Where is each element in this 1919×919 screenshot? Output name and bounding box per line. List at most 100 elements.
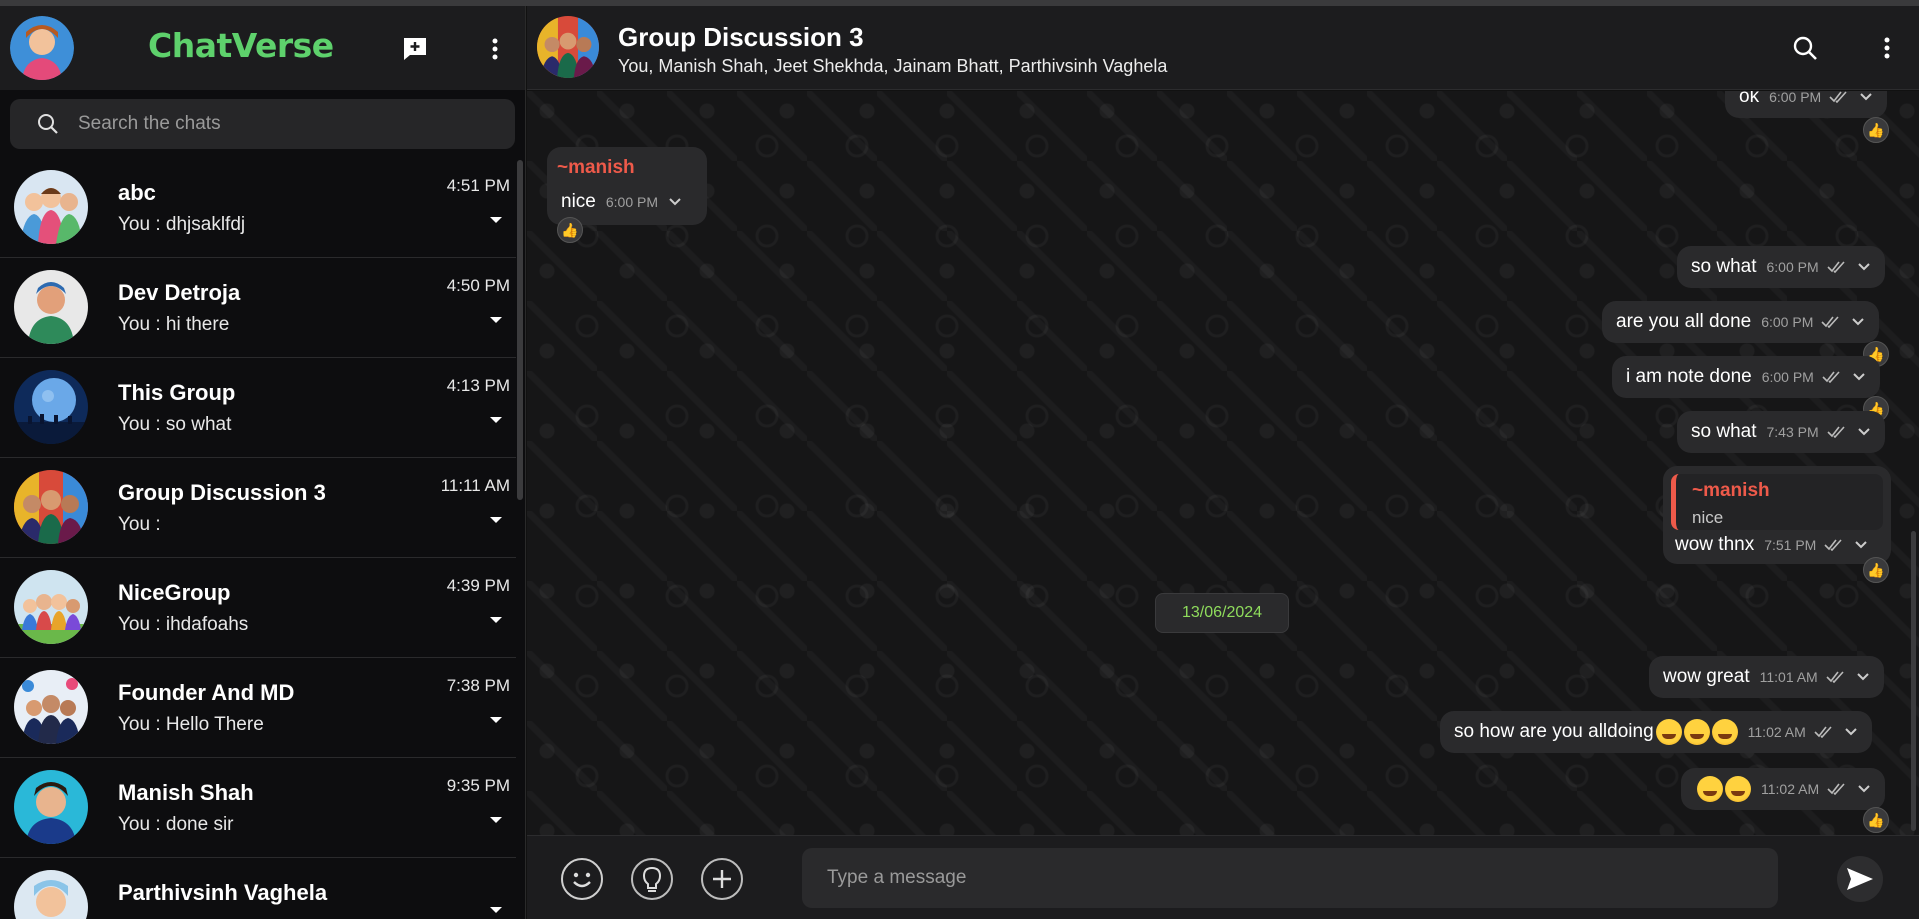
avatar (14, 670, 88, 744)
chevron-down-icon[interactable] (1857, 784, 1871, 794)
chat-item-this-group[interactable]: This Group You : so what 4:13 PM (0, 358, 516, 458)
chevron-down-icon[interactable] (488, 904, 504, 916)
message-bubble-incoming[interactable]: ~manish nice 6:00 PM (547, 147, 707, 225)
chevron-down-icon[interactable] (1852, 372, 1866, 382)
chat-item-parthivsinh-vaghela[interactable]: Parthivsinh Vaghela (0, 858, 516, 919)
message-bubble-outgoing[interactable]: ~manish nice wow thnx 7:51 PM (1663, 466, 1891, 564)
avatar (14, 270, 88, 344)
chevron-down-icon[interactable] (488, 714, 504, 726)
avatar (14, 570, 88, 644)
window-top-strip (0, 0, 1919, 6)
chat-time: 11:11 AM (440, 476, 510, 495)
sidebar: ChatVerse abc You : dhjsaklfdj 4:51 PM D… (0, 0, 526, 919)
message-text: ok (1739, 91, 1760, 107)
chat-item-manish-shah[interactable]: Manish Shah You : done sir 9:35 PM (0, 758, 516, 858)
sidebar-scrollbar[interactable] (517, 160, 523, 500)
chat-time: 4:50 PM (446, 276, 510, 295)
reaction-badge[interactable]: 👍 (557, 217, 583, 243)
conversation-members: You, Manish Shah, Jeet Shekhda, Jainam B… (618, 56, 1168, 76)
chevron-down-icon[interactable] (1859, 92, 1873, 102)
message-bubble-outgoing[interactable]: 11:02 AM (1681, 768, 1886, 810)
quoted-message[interactable]: ~manish nice (1671, 474, 1883, 530)
conversation-header: Group Discussion 3 You, Manish Shah, Jee… (527, 6, 1919, 90)
message-text: so what (1691, 421, 1757, 442)
chat-item-nicegroup[interactable]: NiceGroup You : ihdafoahs 4:39 PM (0, 558, 516, 658)
chevron-down-icon[interactable] (1856, 672, 1870, 682)
chevron-down-icon[interactable] (488, 514, 504, 526)
attach-plus-icon[interactable] (701, 858, 743, 900)
reaction-badge[interactable]: 👍 (1863, 117, 1889, 143)
message-sender: ~manish (557, 157, 635, 178)
chevron-down-icon[interactable] (1854, 540, 1868, 550)
chevron-down-icon[interactable] (668, 197, 682, 207)
message-bubble-outgoing[interactable]: ok 6:00 PM (1725, 91, 1888, 118)
message-text: so what (1691, 256, 1757, 277)
reaction-badge[interactable]: 👍 (1863, 807, 1889, 833)
emoji-icon[interactable] (561, 858, 603, 900)
message-bubble-outgoing[interactable]: wow great 11:01 AM (1649, 656, 1884, 698)
avatar (14, 370, 88, 444)
chat-name: Founder And MD (118, 680, 295, 705)
message-time: 6:00 PM (1761, 369, 1814, 385)
message-bubble-outgoing[interactable]: i am note done 6:00 PM (1612, 356, 1880, 398)
lightbulb-icon[interactable] (631, 858, 673, 900)
message-bubble-outgoing[interactable]: so what 7:43 PM (1677, 411, 1885, 453)
search-input[interactable] (78, 99, 498, 149)
chevron-down-icon[interactable] (488, 314, 504, 326)
message-text: so how are you alldoing (1454, 721, 1654, 742)
message-time: 11:02 AM (1761, 781, 1820, 797)
chat-name: NiceGroup (118, 580, 231, 605)
chevron-down-icon[interactable] (1844, 727, 1858, 737)
search-icon[interactable] (1791, 34, 1819, 62)
avatar (14, 870, 88, 919)
message-time: 7:51 PM (1764, 537, 1817, 553)
message-time: 6:00 PM (605, 194, 658, 210)
chat-last-message: You : so what (118, 414, 232, 435)
message-time: 11:02 AM (1747, 724, 1806, 740)
message-time: 6:00 PM (1766, 259, 1819, 275)
message-input[interactable] (802, 848, 1778, 908)
more-options-icon[interactable] (480, 34, 510, 64)
chat-item-group-discussion-3[interactable]: Group Discussion 3 You : 11:11 AM (0, 458, 516, 558)
chevron-down-icon[interactable] (1857, 262, 1871, 272)
avatar (14, 470, 88, 544)
new-chat-icon[interactable] (400, 34, 430, 64)
chevron-down-icon[interactable] (1851, 317, 1865, 327)
chat-time: 4:51 PM (446, 176, 510, 195)
chat-item-abc[interactable]: abc You : dhjsaklfdj 4:51 PM (0, 158, 516, 258)
reaction-badge[interactable]: 👍 (1863, 557, 1889, 583)
laughing-emoji-icon (1655, 719, 1682, 745)
chevron-down-icon[interactable] (1857, 427, 1871, 437)
chevron-down-icon[interactable] (488, 814, 504, 826)
message-bubble-outgoing[interactable]: are you all done 6:00 PM (1602, 301, 1880, 343)
smiling-emoji-icon (1725, 776, 1751, 802)
date-separator: 13/06/2024 (1155, 593, 1289, 633)
chat-item-dev-detroja[interactable]: Dev Detroja You : hi there 4:50 PM (0, 258, 516, 358)
message-time: 11:01 AM (1759, 669, 1818, 685)
message-scrollbar[interactable] (1911, 531, 1916, 831)
chevron-down-icon[interactable] (488, 214, 504, 226)
message-text: wow thnx (1675, 534, 1755, 555)
avatar (14, 170, 88, 244)
chat-item-founder-and-md[interactable]: Founder And MD You : Hello There 7:38 PM (0, 658, 516, 758)
chat-time: 9:35 PM (446, 776, 510, 795)
chat-last-message: You : Hello There (118, 714, 264, 735)
double-check-icon (1826, 671, 1844, 683)
laughing-emoji-icon (1683, 719, 1710, 745)
chat-name: Group Discussion 3 (118, 480, 326, 505)
send-icon[interactable] (1837, 856, 1883, 902)
my-avatar[interactable] (10, 16, 74, 80)
chat-last-message: You : (118, 514, 161, 535)
quoted-text: nice (1692, 508, 1724, 527)
chat-last-message: You : done sir (118, 814, 234, 835)
more-options-icon[interactable] (1873, 34, 1901, 62)
message-bubble-outgoing[interactable]: so how are you alldoing 11:02 AM (1440, 711, 1872, 753)
chat-list: abc You : dhjsaklfdj 4:51 PM Dev Detroja… (0, 158, 516, 919)
chevron-down-icon[interactable] (488, 614, 504, 626)
message-time: 6:00 PM (1769, 91, 1822, 105)
message-bubble-outgoing[interactable]: so what 6:00 PM (1677, 246, 1885, 288)
group-avatar[interactable] (537, 16, 599, 78)
app-brand: ChatVerse (148, 26, 334, 65)
message-time: 7:43 PM (1766, 424, 1819, 440)
chevron-down-icon[interactable] (488, 414, 504, 426)
